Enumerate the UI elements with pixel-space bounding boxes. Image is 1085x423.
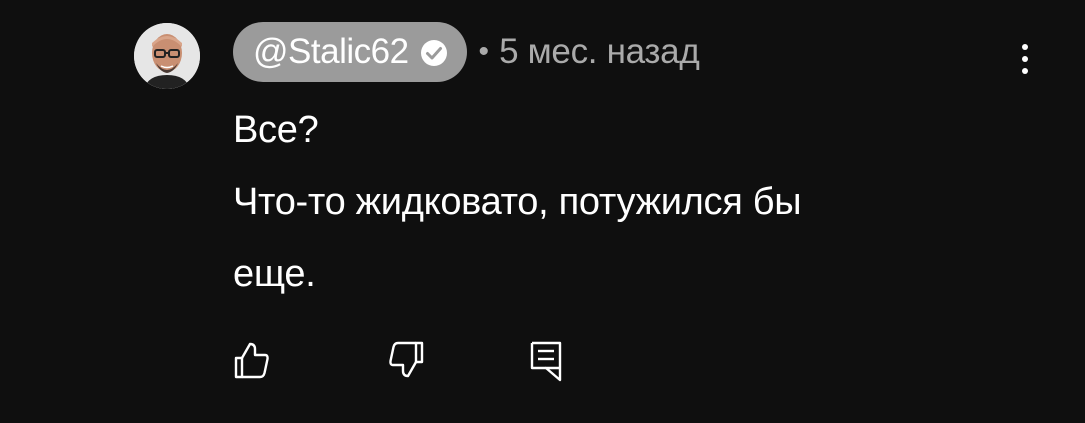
like-button[interactable]	[225, 335, 275, 385]
comment-text-line: еще.	[233, 253, 316, 295]
comment-timestamp[interactable]: 5 мес. назад	[499, 32, 700, 72]
comment-text-line: Все?	[233, 109, 319, 151]
comment-text: Все? Что-то жидковато, потужился бы еще.	[233, 94, 1013, 310]
comment-text-line: Что-то жидковато, потужился бы	[233, 181, 802, 223]
menu-dot	[1022, 44, 1028, 50]
author-chip[interactable]: @Stalic62	[233, 22, 467, 82]
checkmark-circle-icon	[419, 37, 449, 67]
avatar[interactable]	[134, 23, 200, 89]
more-vertical-icon[interactable]	[1010, 35, 1040, 83]
reply-comment-icon	[530, 341, 562, 382]
avatar-photo	[134, 23, 200, 89]
thumb-down-icon	[389, 341, 424, 378]
menu-dot	[1022, 68, 1028, 74]
reply-button[interactable]	[521, 335, 571, 385]
thumb-up-icon	[234, 342, 269, 379]
dislike-button[interactable]	[383, 335, 433, 385]
comment-thread-item: @Stalic62 • 5 мес. назад Все? Что-то жид…	[0, 0, 1085, 423]
menu-dot	[1022, 56, 1028, 62]
comment-header: @Stalic62 • 5 мес. назад	[233, 22, 700, 82]
separator-dot: •	[478, 35, 490, 68]
author-name: @Stalic62	[253, 32, 409, 71]
